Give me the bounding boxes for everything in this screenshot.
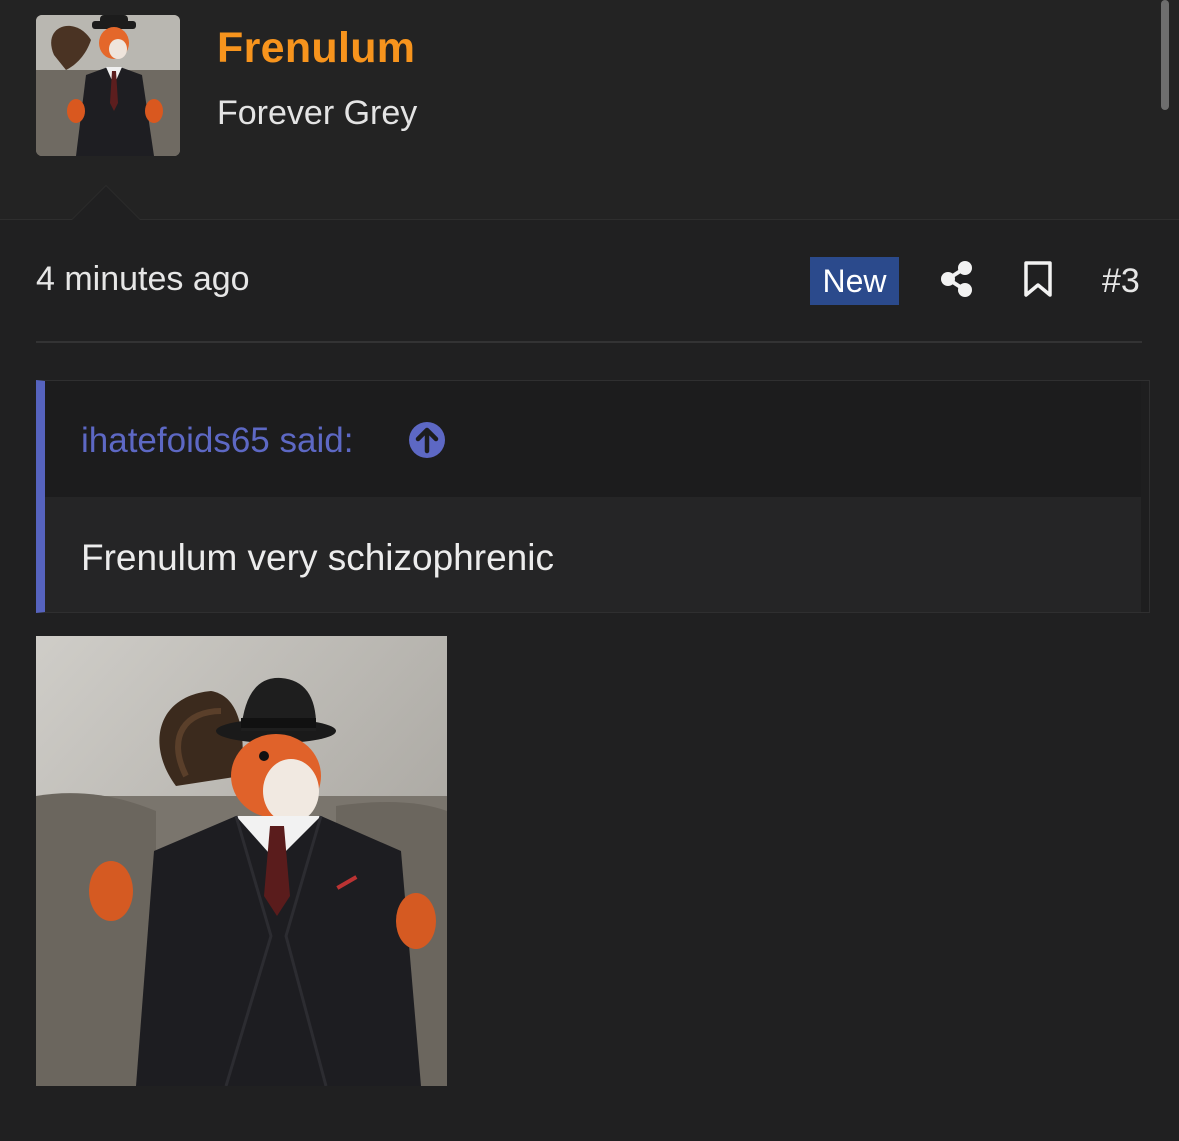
quote-body: Frenulum very schizophrenic: [45, 497, 1141, 612]
user-avatar[interactable]: [36, 15, 180, 156]
attached-image[interactable]: [36, 636, 447, 1086]
scrollbar[interactable]: [1161, 0, 1169, 110]
post-page: Frenulum Forever Grey 4 minutes ago New …: [0, 0, 1179, 1141]
quote-header: ihatefoids65 said:: [45, 381, 1141, 497]
quote-author-link[interactable]: ihatefoids65 said:: [81, 421, 353, 461]
arrow-up-circle-icon[interactable]: [408, 421, 446, 459]
quote-block: ihatefoids65 said: Frenulum very schizop…: [36, 380, 1150, 613]
username[interactable]: Frenulum: [217, 24, 415, 73]
bookmark-icon[interactable]: [1022, 260, 1054, 298]
meta-divider: [36, 341, 1142, 343]
user-title: Forever Grey: [217, 94, 418, 132]
share-icon[interactable]: [938, 260, 976, 298]
post-timestamp[interactable]: 4 minutes ago: [36, 260, 250, 299]
post-number-link[interactable]: #3: [1102, 262, 1140, 301]
quote-text: Frenulum very schizophrenic: [81, 537, 554, 578]
squirrel-avatar-icon: [36, 15, 180, 156]
squirrel-photo-icon: [36, 636, 447, 1086]
user-header: Frenulum Forever Grey: [0, 0, 1179, 220]
new-badge: New: [810, 257, 899, 305]
header-pointer: [72, 186, 140, 220]
